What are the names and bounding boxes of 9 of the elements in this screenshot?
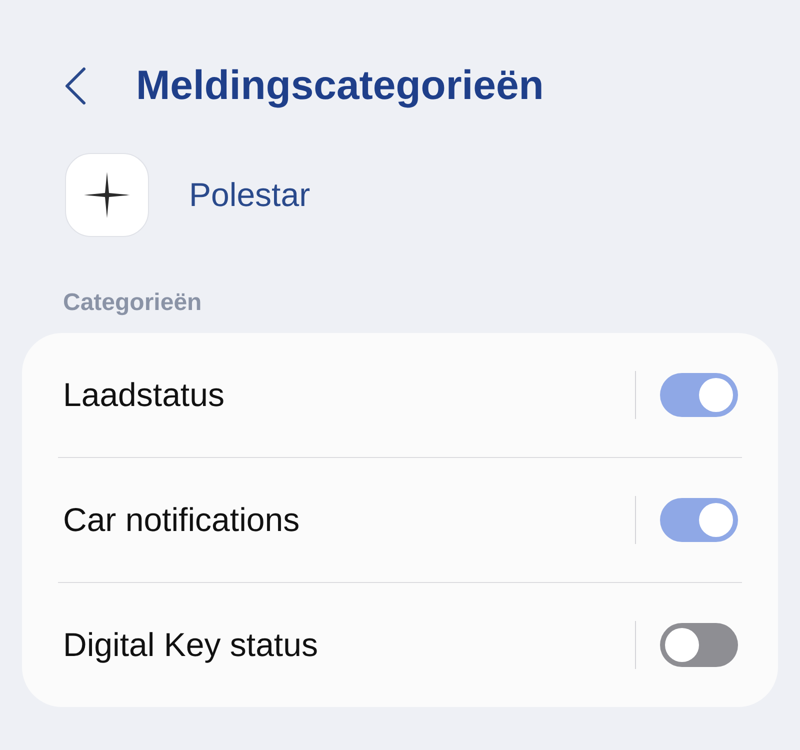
toggle-switch[interactable]	[660, 498, 738, 542]
app-name: Polestar	[189, 176, 310, 214]
page-title: Meldingscategorieën	[136, 62, 544, 109]
section-label: Categorieën	[63, 289, 202, 317]
toggle-switch[interactable]	[660, 623, 738, 667]
toggle-switch[interactable]	[660, 373, 738, 417]
category-name[interactable]: Digital Key status	[63, 626, 318, 664]
category-name[interactable]: Laadstatus	[63, 376, 224, 414]
category-name[interactable]: Car notifications	[63, 501, 300, 539]
